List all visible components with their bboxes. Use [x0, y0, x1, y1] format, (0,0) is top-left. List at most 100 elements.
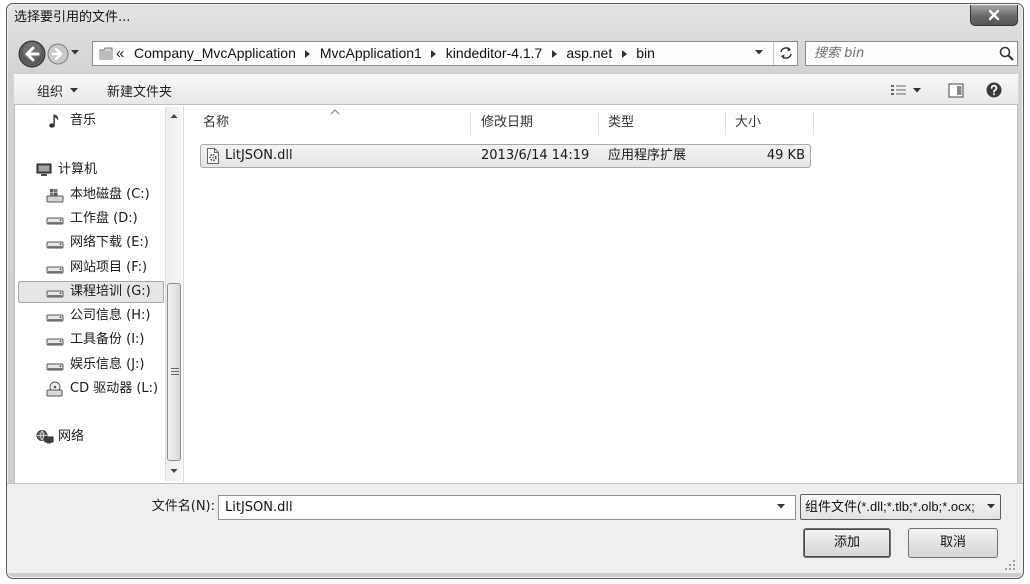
recent-pages-button[interactable]: [71, 50, 81, 58]
column-header-type[interactable]: 类型: [608, 114, 634, 132]
breadcrumb: Company_MvcApplication MvcApplication1 k…: [134, 42, 655, 65]
column-divider[interactable]: [470, 112, 471, 135]
file-size: 49 KB: [766, 148, 805, 163]
drive-icon: [46, 211, 64, 227]
refresh-button[interactable]: [773, 42, 797, 65]
nav-item-label: 音乐: [70, 113, 97, 128]
cd-drive-icon: [46, 381, 64, 397]
resize-grip-icon[interactable]: [1004, 559, 1016, 571]
breadcrumb-arrow-icon[interactable]: [542, 42, 566, 65]
nav-item-label: CD 驱动器 (L:): [70, 381, 159, 396]
drive-icon: [46, 260, 64, 276]
nav-item-drive-d[interactable]: 工作盘 (D:): [18, 208, 164, 230]
dll-file-icon: [206, 148, 220, 164]
breadcrumb-arrow-icon[interactable]: [612, 42, 636, 65]
column-header-name[interactable]: 名称: [203, 114, 229, 132]
column-divider[interactable]: [813, 112, 814, 135]
nav-item-drive-i[interactable]: 工具备份 (I:): [18, 329, 164, 351]
column-header-modified[interactable]: 修改日期: [481, 114, 533, 132]
nav-item-label: 工作盘 (D:): [70, 211, 138, 226]
nav-item-label: 网站项目 (F:): [70, 260, 148, 275]
help-button[interactable]: [983, 79, 1005, 101]
nav-item-drive-g[interactable]: 课程培训 (G:): [18, 281, 164, 303]
scrollbar-thumb[interactable]: [167, 283, 181, 461]
sort-ascending-icon: [330, 109, 340, 115]
back-button[interactable]: [18, 40, 46, 68]
breadcrumb-item[interactable]: asp.net: [566, 42, 612, 65]
music-icon: [46, 113, 64, 129]
nav-item-drive-f[interactable]: 网站项目 (F:): [18, 257, 164, 279]
drive-icon: [46, 235, 64, 251]
nav-scrollbar[interactable]: [165, 107, 182, 481]
nav-item-label: 计算机: [58, 162, 98, 177]
search-box[interactable]: [805, 41, 1018, 66]
close-button[interactable]: [970, 5, 1018, 26]
breadcrumb-overflow[interactable]: «: [116, 44, 124, 63]
breadcrumb-item[interactable]: bin: [636, 42, 655, 65]
drive-icon: [46, 308, 64, 324]
organize-label: 组织: [37, 84, 64, 100]
chevron-up-icon: [170, 114, 178, 118]
nav-item-label: 课程培训 (G:): [70, 284, 151, 299]
filename-dropdown-button[interactable]: [777, 504, 785, 509]
column-divider[interactable]: [725, 112, 726, 135]
pane-divider[interactable]: [183, 106, 184, 482]
window-title: 选择要引用的文件...: [14, 10, 131, 25]
file-modified: 2013/6/14 14:19: [481, 148, 590, 163]
breadcrumb-arrow-icon[interactable]: [422, 42, 446, 65]
preview-pane-button[interactable]: [945, 79, 967, 101]
forward-arrow-icon: [47, 43, 69, 65]
breadcrumb-arrow-icon[interactable]: [296, 42, 320, 65]
computer-icon: [36, 162, 54, 178]
view-options-button[interactable]: [884, 79, 928, 101]
address-dropdown-button[interactable]: [755, 50, 769, 59]
drive-icon: [46, 357, 64, 373]
address-bar[interactable]: « Company_MvcApplication MvcApplication1…: [92, 41, 798, 66]
filename-input[interactable]: [219, 496, 769, 519]
filename-combobox[interactable]: [218, 495, 796, 520]
help-icon: [986, 82, 1002, 98]
nav-item-label: 本地磁盘 (C:): [70, 187, 150, 202]
preview-pane-icon: [948, 83, 964, 97]
network-icon: [36, 429, 54, 445]
organize-button[interactable]: 组织: [29, 79, 86, 101]
close-icon: [988, 9, 1000, 21]
nav-item-music[interactable]: 音乐: [18, 110, 164, 132]
scroll-down-button[interactable]: [166, 462, 182, 480]
drive-icon: [46, 332, 64, 348]
system-drive-icon: [46, 187, 64, 203]
nav-item-drive-j[interactable]: 娱乐信息 (J:): [18, 354, 164, 376]
file-type-filter[interactable]: 组件文件(*.dll;*.tlb;*.olb;*.ocx;: [800, 494, 1001, 520]
nav-item-drive-e[interactable]: 网络下载 (E:): [18, 232, 164, 254]
nav-item-label: 网络: [58, 429, 85, 444]
chevron-down-icon: [71, 50, 79, 55]
back-arrow-icon: [18, 40, 46, 68]
new-folder-button[interactable]: 新建文件夹: [99, 79, 180, 101]
nav-item-cd-drive[interactable]: CD 驱动器 (L:): [18, 378, 164, 400]
nav-item-label: 娱乐信息 (J:): [70, 357, 145, 372]
scroll-up-button[interactable]: [166, 107, 182, 125]
breadcrumb-item[interactable]: MvcApplication1: [320, 42, 422, 65]
nav-item-computer[interactable]: 计算机: [18, 159, 164, 181]
chevron-down-icon: [913, 87, 921, 92]
column-header-size[interactable]: 大小: [735, 114, 761, 132]
nav-item-drive-c[interactable]: 本地磁盘 (C:): [18, 184, 164, 206]
drive-icon: [46, 284, 64, 300]
nav-item-label: 工具备份 (I:): [70, 332, 145, 347]
nav-item-drive-h[interactable]: 公司信息 (H:): [18, 305, 164, 327]
nav-item-network[interactable]: 网络: [18, 426, 164, 448]
forward-button[interactable]: [47, 43, 69, 65]
file-type: 应用程序扩展: [608, 148, 687, 163]
refresh-icon: [779, 47, 792, 59]
search-icon[interactable]: [999, 46, 1014, 61]
file-row[interactable]: LitJSON.dll 2013/6/14 14:19 应用程序扩展 49 KB: [200, 144, 811, 168]
breadcrumb-item[interactable]: kindeditor-4.1.7: [446, 42, 543, 65]
add-button[interactable]: 添加: [803, 528, 891, 558]
search-input[interactable]: [806, 42, 991, 65]
column-divider[interactable]: [598, 112, 599, 135]
grip-icon: [171, 368, 179, 375]
filter-dropdown-icon: [987, 504, 995, 509]
breadcrumb-item[interactable]: Company_MvcApplication: [134, 42, 296, 65]
cancel-button[interactable]: 取消: [908, 528, 998, 558]
nav-item-label: 公司信息 (H:): [70, 308, 151, 323]
